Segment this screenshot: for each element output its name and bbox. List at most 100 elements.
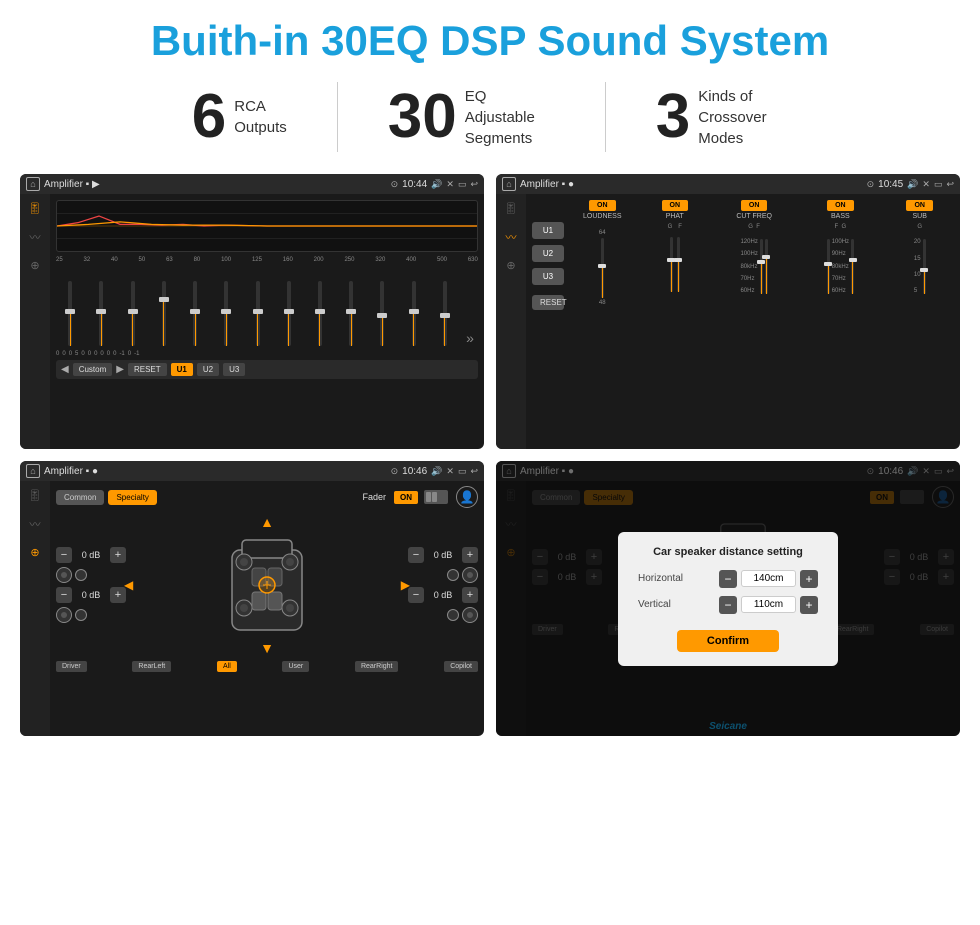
arrow-left[interactable]: ◀ <box>124 578 133 592</box>
plus-tr[interactable]: + <box>462 547 478 563</box>
dialog-horizontal-plus[interactable]: + <box>800 570 818 588</box>
sidebar-icon-wave[interactable]: 〰 <box>30 229 41 245</box>
eq-track-3[interactable] <box>131 281 135 346</box>
phat-label: PHAT <box>666 213 684 220</box>
plus-br[interactable]: + <box>462 587 478 603</box>
arrow-up[interactable]: ▲ <box>260 514 274 530</box>
loudness-val: 48 <box>599 300 606 306</box>
eq-track-5[interactable] <box>193 281 197 346</box>
phat-slider-2[interactable] <box>677 237 680 292</box>
location-icon-1: ⊙ <box>391 179 399 190</box>
speaker-fr2 <box>447 569 459 581</box>
fader-area: − 0 dB + − <box>56 514 478 656</box>
eq-slider-7 <box>243 281 271 346</box>
speaker-icons-left <box>56 567 126 583</box>
bass-on[interactable]: ON <box>827 200 854 211</box>
zone-driver[interactable]: Driver <box>56 661 87 672</box>
preset-u2[interactable]: U2 <box>532 245 564 262</box>
expand-icon[interactable]: » <box>466 330 474 346</box>
preset-u1[interactable]: U1 <box>532 222 564 239</box>
eq-freq-labels: 25 32 40 50 63 80 100 125 160 200 250 32… <box>56 257 478 263</box>
eq-slider-11 <box>368 281 396 346</box>
dialog-horizontal-ctrl: − 140cm + <box>719 570 818 588</box>
eq-track-12[interactable] <box>412 281 416 346</box>
sub-on[interactable]: ON <box>906 200 933 211</box>
eq-next-btn[interactable]: ▶ <box>116 364 124 375</box>
loudness-slider[interactable] <box>601 238 604 298</box>
zone-rearright[interactable]: RearRight <box>355 661 399 672</box>
freq-630: 630 <box>468 257 478 263</box>
eq-prev-btn[interactable]: ◀ <box>61 364 69 375</box>
stat-crossover: 3 Kinds ofCrossover Modes <box>606 86 838 149</box>
minus-bl[interactable]: − <box>56 587 72 603</box>
car-diagram <box>222 530 312 640</box>
eq-u2-btn[interactable]: U2 <box>197 363 219 376</box>
preset-u3[interactable]: U3 <box>532 268 564 285</box>
zone-user[interactable]: User <box>282 661 309 672</box>
eq-track-2[interactable] <box>99 281 103 346</box>
eq-track-13[interactable] <box>443 281 447 346</box>
channel-cutfreq: ON CUT FREQ G F 120Hz 100Hz 80kHz 70Hz 6… <box>713 200 795 443</box>
screen-inner-2: 🎚 〰 ⊕ U1 U2 U3 RESET <box>496 194 960 449</box>
minus-tl[interactable]: − <box>56 547 72 563</box>
bass-slider-1[interactable] <box>827 239 830 294</box>
dialog-vertical-ctrl: − 110cm + <box>719 596 818 614</box>
dialog-vertical-minus[interactable]: − <box>719 596 737 614</box>
zone-rearleft[interactable]: RearLeft <box>132 661 171 672</box>
sidebar-icon-eq[interactable]: 🎚 <box>28 202 42 215</box>
dialog-horizontal-minus[interactable]: − <box>719 570 737 588</box>
eq-track-6[interactable] <box>224 281 228 346</box>
eq-track-11[interactable] <box>380 281 384 346</box>
bass-slider-2[interactable] <box>851 239 854 294</box>
zone-copilot[interactable]: Copilot <box>444 661 478 672</box>
eq-u1-btn[interactable]: U1 <box>171 363 193 376</box>
dialog-horizontal-row: Horizontal − 140cm + <box>638 570 818 588</box>
minus-br[interactable]: − <box>408 587 424 603</box>
cutfreq-slider-1[interactable] <box>760 239 763 294</box>
amp-reset-btn[interactable]: RESET <box>532 295 564 310</box>
confirm-button[interactable]: Confirm <box>677 630 779 652</box>
stats-row: 6 RCAOutputs 30 EQ AdjustableSegments 3 … <box>20 82 960 152</box>
sidebar-icon-eq-3[interactable]: 🎚 <box>28 489 42 502</box>
tab-common[interactable]: Common <box>56 490 104 505</box>
sidebar-icon-wave-3[interactable]: 〰 <box>30 516 41 532</box>
sub-slider[interactable] <box>923 239 926 294</box>
eq-reset-btn[interactable]: RESET <box>128 363 167 376</box>
arrow-right[interactable]: ▶ <box>401 578 410 592</box>
cutfreq-slider-2[interactable] <box>765 239 768 294</box>
amp-layout: U1 U2 U3 RESET ON LOUDNESS 64 <box>532 200 954 443</box>
plus-tl[interactable]: + <box>110 547 126 563</box>
fader-on-btn[interactable]: ON <box>394 491 418 504</box>
sidebar-icon-speaker-2[interactable]: ⊕ <box>506 259 515 272</box>
eq-track-9[interactable] <box>318 281 322 346</box>
sidebar-icon-speaker[interactable]: ⊕ <box>30 259 39 272</box>
arrow-down[interactable]: ▼ <box>260 640 274 656</box>
home-icon-1[interactable] <box>26 177 40 191</box>
sidebar-icon-eq-2[interactable]: 🎚 <box>504 202 518 215</box>
eq-track-7[interactable] <box>256 281 260 346</box>
sidebar-icon-speaker-3[interactable]: ⊕ <box>30 546 39 559</box>
tab-specialty[interactable]: Specialty <box>108 490 156 505</box>
back-icon-2: ↩ <box>946 179 954 190</box>
zone-all[interactable]: All <box>217 661 237 672</box>
cutfreq-on[interactable]: ON <box>741 200 768 211</box>
sidebar-icon-wave-2[interactable]: 〰 <box>506 229 517 245</box>
home-icon-2[interactable] <box>502 177 516 191</box>
minus-tr[interactable]: − <box>408 547 424 563</box>
phat-on[interactable]: ON <box>662 200 689 211</box>
home-icon-3[interactable] <box>26 464 40 478</box>
eq-track-8[interactable] <box>287 281 291 346</box>
phat-slider-1[interactable] <box>670 237 673 292</box>
eq-u3-btn[interactable]: U3 <box>223 363 245 376</box>
fader-toggle[interactable] <box>424 490 448 504</box>
freq-500: 500 <box>437 257 447 263</box>
eq-track-10[interactable] <box>349 281 353 346</box>
eq-slider-2 <box>87 281 115 346</box>
eq-custom-btn[interactable]: Custom <box>73 363 113 376</box>
channel-sub: ON SUB G 20 15 10 5 <box>885 200 954 443</box>
eq-track-4[interactable] <box>162 281 166 346</box>
loudness-on[interactable]: ON <box>589 200 616 211</box>
eq-track-1[interactable] <box>68 281 72 346</box>
back-icon-1: ↩ <box>470 179 478 190</box>
dialog-vertical-plus[interactable]: + <box>800 596 818 614</box>
